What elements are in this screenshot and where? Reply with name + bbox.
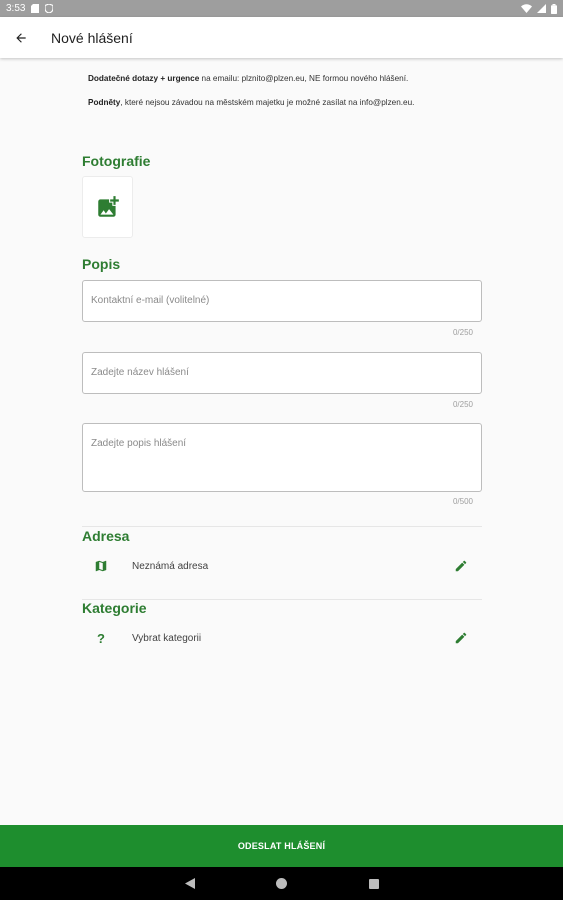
add-photo-button[interactable] xyxy=(82,176,133,238)
map-icon xyxy=(95,560,107,572)
info-rest-podnety: , které nejsou závadou na městském majet… xyxy=(120,98,415,107)
shield-icon xyxy=(45,4,54,13)
form-content: Dodatečné dotazy + urgence na emailu: pl… xyxy=(0,58,563,825)
info-rest-urgence: na emailu: plznito@plzen.eu, NE formou n… xyxy=(199,74,409,83)
category-row[interactable]: ? Vybrat kategorii xyxy=(82,625,482,651)
report-name-field[interactable]: Zadejte název hlášení xyxy=(82,352,482,394)
email-placeholder: Kontaktní e-mail (volitelné) xyxy=(91,295,210,306)
report-name-placeholder: Zadejte název hlášení xyxy=(91,367,189,378)
back-button[interactable] xyxy=(1,17,41,58)
email-counter: 0/250 xyxy=(452,328,473,337)
section-photos-heading: Fotografie xyxy=(82,153,151,169)
divider-address xyxy=(82,526,482,527)
app-bar: Nové hlášení xyxy=(0,17,563,58)
edit-category-button[interactable] xyxy=(448,625,474,651)
edit-address-button[interactable] xyxy=(448,553,474,579)
arrow-back-icon xyxy=(16,32,26,43)
info-text-urgence: Dodatečné dotazy + urgence na emailu: pl… xyxy=(88,74,488,83)
address-row[interactable]: Neznámá adresa xyxy=(82,553,482,579)
nav-recents-button[interactable] xyxy=(366,876,382,892)
system-nav-bar xyxy=(0,867,563,900)
info-text-podnety: Podněty, které nejsou závadou na městské… xyxy=(88,98,488,107)
nav-back-button[interactable] xyxy=(182,876,198,892)
battery-icon xyxy=(551,3,557,14)
pencil-icon xyxy=(455,632,467,644)
signal-icon xyxy=(537,4,546,13)
status-bar: 3:53 xyxy=(0,0,563,17)
pencil-icon xyxy=(455,560,467,572)
email-field[interactable]: Kontaktní e-mail (volitelné) xyxy=(82,280,482,322)
section-category-heading: Kategorie xyxy=(82,600,147,616)
submit-report-button[interactable]: ODESLAT HLÁŠENÍ xyxy=(0,825,563,867)
question-icon: ? xyxy=(97,630,105,646)
report-description-placeholder: Zadejte popis hlášení xyxy=(91,438,187,449)
nav-home-button[interactable] xyxy=(274,876,290,892)
triangle-back-icon xyxy=(184,878,195,889)
wifi-icon xyxy=(521,4,532,13)
report-description-counter: 0/500 xyxy=(452,497,473,506)
category-value: Vybrat kategorii xyxy=(132,632,202,644)
square-recents-icon xyxy=(368,878,379,889)
status-time: 3:53 xyxy=(6,3,26,14)
info-bold-podnety: Podněty xyxy=(88,98,121,107)
report-description-field[interactable]: Zadejte popis hlášení xyxy=(82,423,482,492)
info-bold-urgence: Dodatečné dotazy + urgence xyxy=(88,74,200,83)
address-value: Neznámá adresa xyxy=(132,560,209,572)
sd-card-icon xyxy=(31,4,40,13)
page-title: Nové hlášení xyxy=(51,29,133,46)
section-description-heading: Popis xyxy=(82,256,121,272)
report-name-counter: 0/250 xyxy=(452,400,473,409)
add-photo-icon xyxy=(97,196,119,217)
circle-home-icon xyxy=(276,878,287,889)
section-address-heading: Adresa xyxy=(82,528,130,544)
